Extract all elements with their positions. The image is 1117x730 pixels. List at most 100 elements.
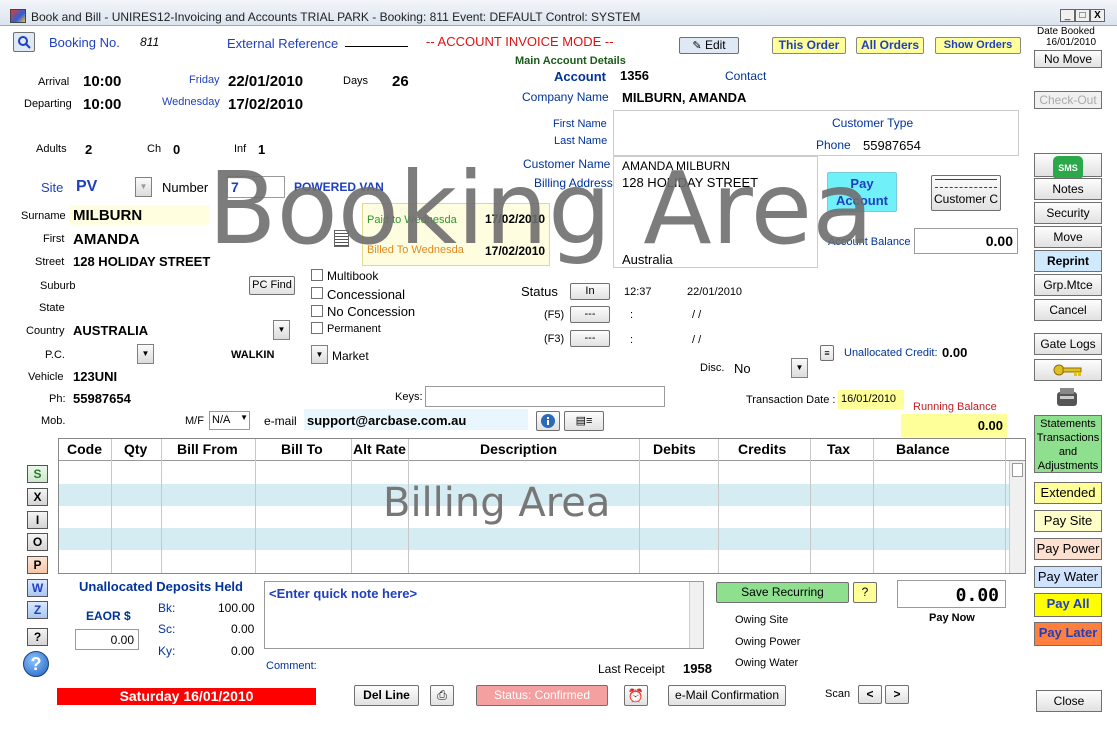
scan-next-button[interactable]: > (885, 685, 909, 704)
pay-now-amount[interactable]: 0.00 (897, 580, 1006, 608)
mf-label: M/F (185, 415, 204, 427)
help-small-button[interactable]: ? (27, 628, 48, 646)
pc-find-button[interactable]: PC Find (249, 276, 295, 295)
pay-all-button[interactable]: Pay All (1034, 593, 1102, 617)
search-button[interactable] (13, 32, 35, 52)
mf-chevron-icon: ▼ (240, 413, 248, 422)
key-button[interactable] (1034, 359, 1102, 381)
gate-logs-button[interactable]: Gate Logs (1034, 333, 1102, 355)
site-dropdown[interactable]: ▼ (135, 177, 152, 197)
extended-button[interactable]: Extended (1034, 482, 1102, 504)
o-button[interactable]: O (27, 533, 48, 551)
recurring-help-button[interactable]: ? (853, 582, 877, 603)
notes-button[interactable]: Notes (1034, 178, 1102, 200)
pay-water-button[interactable]: Pay Water (1034, 566, 1102, 588)
bk-label: Bk: (158, 601, 176, 615)
pay-site-button[interactable]: Pay Site (1034, 510, 1102, 532)
maximize-button[interactable]: □ (1075, 9, 1090, 22)
card-button[interactable]: ▤≡ (564, 411, 604, 431)
f5-button[interactable]: --- (570, 306, 610, 323)
number-label: Number (162, 180, 209, 195)
scroll-thumb[interactable] (1012, 463, 1023, 477)
permanent-label: Permanent (327, 323, 381, 335)
i-button[interactable]: I (27, 511, 48, 529)
mf-select[interactable]: N/A ▼ (209, 411, 250, 430)
col-description: Description (480, 441, 558, 457)
move-button[interactable]: Move (1034, 226, 1102, 248)
status-in-button[interactable]: In (570, 283, 610, 300)
info-button[interactable] (536, 411, 560, 431)
pay-power-button[interactable]: Pay Power (1034, 538, 1102, 560)
no-concession-checkbox[interactable] (311, 305, 323, 317)
col-debits: Debits (653, 441, 696, 457)
permanent-checkbox[interactable] (311, 322, 323, 334)
bk-value: 100.00 (218, 601, 255, 615)
country-dropdown[interactable]: ▼ (273, 320, 290, 340)
txn-date-field[interactable]: 16/01/2010 (838, 390, 904, 409)
close-window-button[interactable]: X (1090, 9, 1105, 22)
market-dropdown[interactable]: ▼ (311, 345, 328, 364)
alarm-button[interactable]: ⏰ (624, 685, 648, 706)
help-icon[interactable]: ? (23, 651, 49, 677)
statements-button[interactable]: Statements Transactions and Adjustments (1034, 415, 1102, 473)
close-button[interactable]: Close (1036, 690, 1102, 712)
comment-label: Comment: (266, 660, 317, 672)
country-label: Country (26, 325, 65, 337)
market-label: Market (332, 349, 369, 363)
account-label: Account (554, 69, 606, 84)
cancel-button[interactable]: Cancel (1034, 299, 1102, 321)
arrival-day: Friday (189, 74, 220, 86)
edit-button[interactable]: ✎ Edit (679, 37, 739, 54)
show-orders-button[interactable]: Show Orders (935, 37, 1021, 54)
x-button[interactable]: X (27, 488, 48, 506)
app-icon (10, 9, 26, 23)
note-scrollbar[interactable] (689, 582, 703, 648)
save-recurring-button[interactable]: Save Recurring (716, 582, 849, 603)
last-receipt-label: Last Receipt (598, 662, 665, 676)
keys-input[interactable] (425, 386, 665, 407)
ky-value: 0.00 (231, 644, 255, 658)
multibook-checkbox[interactable] (311, 269, 323, 281)
quick-note-input[interactable]: <Enter quick note here> (264, 581, 704, 649)
table-row[interactable] (59, 528, 1009, 550)
status-confirmed-button[interactable]: Status: Confirmed (476, 685, 608, 706)
unalloc-credit-button[interactable]: ≡ (820, 345, 834, 361)
adults-value: 2 (85, 142, 93, 157)
z-button[interactable]: Z (27, 601, 48, 619)
print-button[interactable]: ⎙ (430, 685, 454, 706)
minimize-button[interactable]: _ (1060, 9, 1075, 22)
all-orders-button[interactable]: All Orders (856, 37, 924, 54)
s-button[interactable]: S (27, 465, 48, 483)
grp-mtce-button[interactable]: Grp.Mtce (1034, 274, 1102, 296)
this-order-button[interactable]: This Order (772, 37, 846, 54)
running-balance: 0.00 (901, 414, 1007, 437)
account-balance: 0.00 (914, 228, 1018, 254)
customer-card-button[interactable]: Customer C (931, 175, 1001, 211)
del-line-button[interactable]: Del Line (354, 685, 419, 706)
customer-card-icon (935, 179, 997, 188)
departing-date: 17/02/2010 (228, 96, 304, 113)
check-out-button[interactable]: Check-Out (1034, 91, 1102, 109)
email-confirmation-button[interactable]: e-Mail Confirmation (668, 685, 786, 706)
reprint-button[interactable]: Reprint (1034, 250, 1102, 272)
ext-ref-input[interactable] (345, 46, 408, 47)
table-row[interactable] (59, 550, 1009, 572)
eaor-input[interactable]: 0.00 (75, 629, 139, 650)
sms-button[interactable]: SMS (1034, 153, 1102, 180)
pay-later-button[interactable]: Pay Later (1034, 622, 1102, 646)
f3-button[interactable]: --- (570, 330, 610, 347)
no-move-button[interactable]: No Move (1034, 50, 1102, 68)
email-label: e-mail (264, 414, 297, 428)
street-label: Street (35, 256, 65, 268)
disc-dropdown[interactable]: ▼ (791, 358, 808, 378)
col-bill-to: Bill To (281, 441, 323, 457)
booking-area-overlay: Booking Area (208, 150, 874, 267)
grid-scrollbar[interactable] (1009, 461, 1025, 573)
pc-dropdown[interactable]: ▼ (137, 344, 154, 364)
statements-icon[interactable] (1055, 386, 1079, 410)
security-button[interactable]: Security (1034, 202, 1102, 224)
scan-prev-button[interactable]: < (858, 685, 882, 704)
concessional-checkbox[interactable] (311, 287, 323, 299)
p-button[interactable]: P (27, 556, 48, 574)
w-button[interactable]: W (27, 579, 48, 597)
